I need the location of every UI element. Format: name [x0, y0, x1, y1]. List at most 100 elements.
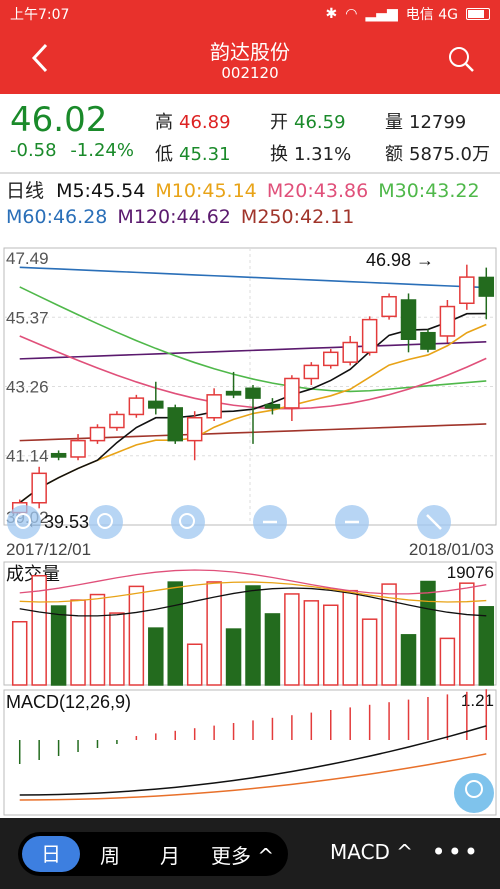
indicator-select-button[interactable]: MACD ^	[330, 840, 413, 864]
turnover-value: 1.31%	[294, 144, 352, 165]
candle-up	[31, 472, 47, 504]
high-field: 高 46.89	[155, 108, 231, 134]
date-end-label: 2018/01/03	[409, 540, 494, 559]
candle-up	[89, 426, 106, 442]
volume-bar-down	[420, 580, 436, 686]
ma120-label: M120:44.62	[117, 206, 231, 228]
y-axis-label: 47.49	[6, 249, 49, 268]
volume-bar-down	[478, 606, 495, 686]
search-icon	[449, 47, 474, 72]
more-options-button[interactable]: •••	[432, 838, 480, 866]
tips-button[interactable]	[454, 773, 494, 813]
candle-up	[109, 413, 125, 429]
candle-up	[439, 305, 456, 337]
volume-bar-down	[148, 627, 164, 686]
volume-bar-down	[50, 605, 67, 686]
scroll-right-button[interactable]	[335, 505, 369, 539]
volume-bar-up	[186, 643, 203, 686]
low-field: 低 45.31	[155, 140, 231, 166]
control-circle	[7, 505, 41, 539]
candle-down	[148, 400, 164, 409]
volume-bar-up	[70, 599, 86, 686]
tab-week[interactable]: 周	[100, 840, 120, 869]
macd-title: MACD(12,26,9)	[6, 692, 131, 712]
volume-bar-up	[439, 637, 456, 686]
volume-bar-down	[225, 628, 242, 686]
candle-up	[128, 397, 145, 416]
volume-bar-up	[11, 621, 28, 686]
volume-bar-down	[167, 581, 183, 686]
y-axis-label: 45.37	[6, 308, 49, 327]
top-header: 韵达股份 002120	[0, 28, 500, 94]
control-circle	[171, 505, 205, 539]
period-label: 日线	[6, 180, 45, 202]
y-axis-label: 41.14	[6, 447, 49, 466]
tab-month[interactable]: 月	[160, 840, 180, 869]
current-price: 46.02	[10, 100, 108, 140]
change-percent: -1.24%	[70, 140, 134, 161]
amount-label: 额	[385, 144, 403, 165]
kline-chart[interactable]: 47.4945.3743.2641.1439.0246.98 →←39.5320…	[0, 240, 500, 820]
candle-down	[245, 387, 261, 399]
volume-bar-down	[400, 634, 417, 686]
change-value: -0.58	[10, 140, 57, 161]
turnover-field: 换 1.31%	[270, 140, 351, 166]
candle-up	[186, 416, 203, 442]
open-field: 开 46.59	[270, 108, 346, 134]
search-button[interactable]	[448, 46, 474, 72]
candle-up	[381, 295, 397, 318]
ma60-label: M60:46.28	[6, 206, 108, 228]
volume-bar-up	[323, 604, 339, 686]
zoom-out-button[interactable]	[7, 505, 41, 539]
candle-down	[264, 403, 281, 409]
open-label: 开	[270, 112, 288, 133]
candle-down	[50, 452, 67, 458]
candle-down	[225, 390, 242, 396]
ma10-label: M10:45.14	[155, 180, 257, 202]
ma30-line	[19, 286, 487, 393]
volume-bar-up	[303, 600, 320, 686]
ma20-label: M20:43.86	[266, 180, 369, 202]
zoom-in-button[interactable]	[89, 505, 123, 539]
signal-icon: ▂▄▆	[365, 6, 398, 22]
high-label: 高	[155, 112, 173, 133]
bluetooth-icon: ✱	[325, 6, 338, 22]
high-value: 46.89	[179, 112, 231, 133]
divider	[0, 172, 500, 174]
volume-bar-up	[342, 589, 358, 686]
candle-up	[361, 318, 378, 354]
y-axis-label: 43.26	[6, 377, 49, 396]
candle-up	[303, 364, 320, 380]
candle-down	[478, 276, 495, 297]
stock-name: 韵达股份	[210, 40, 290, 64]
volume-bar-down	[245, 585, 261, 686]
candle-up	[459, 276, 475, 305]
zoom-reset-button[interactable]	[171, 505, 205, 539]
kline-chart-area[interactable]: 47.4945.3743.2641.1439.0246.98 →←39.5320…	[0, 240, 500, 820]
status-time: 上午7:07	[10, 7, 70, 23]
tab-day[interactable]: 日	[22, 836, 80, 872]
control-circle	[89, 505, 123, 539]
scroll-left-button[interactable]	[253, 505, 287, 539]
carrier-label: 电信 4G	[405, 7, 458, 23]
status-bar: 上午7:07 ✱ ◠ ▂▄▆ 电信 4G	[0, 0, 500, 28]
tips-circle	[454, 773, 494, 813]
volume-bar-up	[89, 593, 106, 686]
stock-code: 002120	[221, 64, 279, 82]
volume-bar-up	[109, 612, 125, 686]
ma120-line	[19, 341, 487, 360]
bottom-toolbar: 日 周 月 更多 ^ MACD ^ •••	[0, 818, 500, 889]
low-value: 45.31	[179, 144, 231, 165]
fullscreen-button[interactable]	[417, 505, 451, 539]
open-value: 46.59	[294, 112, 346, 133]
volume-bar-up	[284, 593, 300, 686]
tab-more[interactable]: 更多 ^	[211, 840, 274, 869]
volume-bar-down	[264, 613, 281, 686]
volume-bar-up	[128, 585, 145, 686]
volume-bar-up	[31, 575, 47, 686]
candle-down	[400, 299, 417, 340]
period-tabs: 日 周 月 更多 ^	[18, 832, 288, 876]
battery-icon	[466, 8, 490, 20]
volume-label: 量	[385, 112, 403, 133]
amount-value: 5875.0万	[409, 144, 490, 165]
